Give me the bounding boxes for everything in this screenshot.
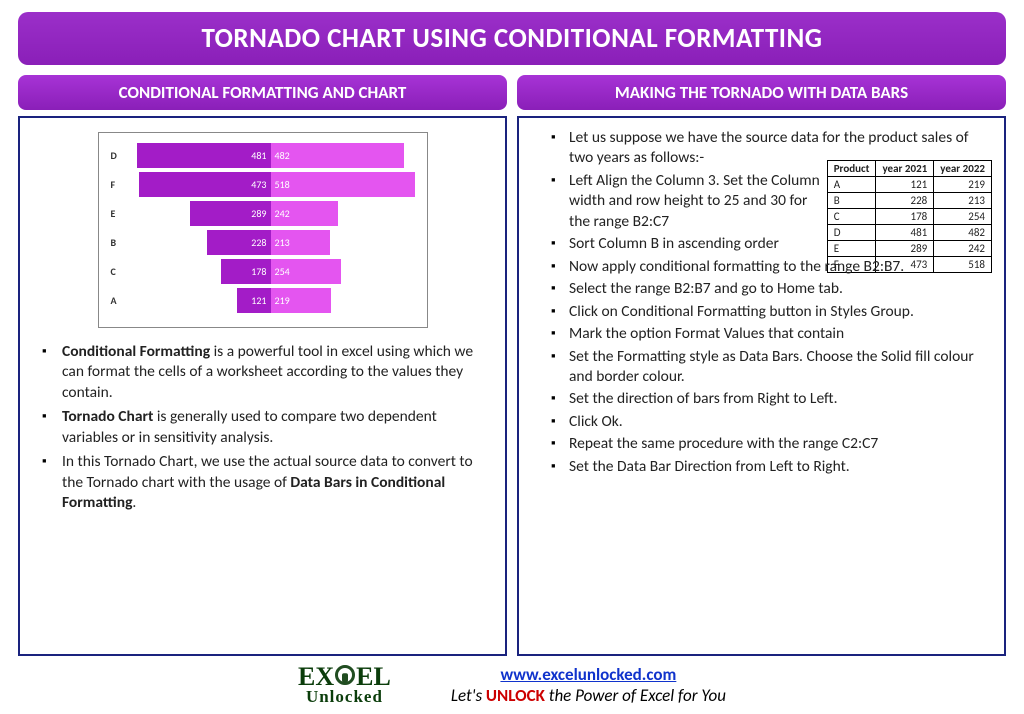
step-11: Repeat the same procedure with the range… (539, 434, 990, 454)
left-subheader: CONDITIONAL FORMATTING AND CHART (18, 75, 507, 110)
bar-right: 482 (271, 143, 405, 168)
logo-subtext: Unlocked (306, 689, 383, 705)
text: . (132, 493, 136, 512)
bar-left: 473 (139, 172, 270, 197)
chart-category-label: D (111, 149, 127, 162)
bar-left: 121 (237, 288, 271, 313)
chart-category-label: F (111, 178, 127, 191)
left-bullet-1: Conditional Formatting is a powerful too… (40, 342, 491, 403)
chart-category-label: C (111, 265, 127, 278)
chart-row: D 481482 (111, 143, 415, 168)
step-9: Set the direction of bars from Right to … (539, 389, 990, 409)
chart-category-label: A (111, 294, 127, 307)
bar-left: 481 (137, 143, 271, 168)
tagline-c: the Power of Excel for You (545, 685, 726, 706)
bar-right: 219 (271, 288, 332, 313)
chart-category-label: E (111, 207, 127, 220)
page-title: TORNADO CHART USING CONDITIONAL FORMATTI… (18, 12, 1006, 65)
bar-right: 242 (271, 201, 338, 226)
step-7: Mark the option Format Values that conta… (539, 324, 990, 344)
tagline-a: Let's (451, 685, 486, 706)
chart-row: A 121219 (111, 288, 415, 313)
right-subheader: MAKING THE TORNADO WITH DATA BARS (517, 75, 1006, 110)
tagline-unlock: UNLOCK (486, 685, 545, 706)
left-bullet-3: In this Tornado Chart, we use the actual… (40, 452, 491, 513)
bar-left: 178 (221, 259, 270, 284)
step-4: Now apply conditional formatting to the … (539, 257, 990, 277)
website-link[interactable]: www.excelunlocked.com (500, 664, 676, 685)
lock-icon (335, 665, 355, 685)
chart-row: E 289242 (111, 201, 415, 226)
chart-category-label: B (111, 236, 127, 249)
step-3: Sort Column B in ascending order (539, 234, 990, 254)
step-1: Let us suppose we have the source data f… (539, 128, 990, 169)
step-10: Click Ok. (539, 412, 990, 432)
chart-row: C 178254 (111, 259, 415, 284)
tornado-chart: D 481482 F 473518 E 289242 B 228213 C 178254 A 1212… (98, 132, 428, 328)
step-2: Left Align the Column 3. Set the Column … (539, 171, 990, 232)
term-conditional-formatting: Conditional Formatting (62, 342, 210, 361)
bar-left: 289 (190, 201, 270, 226)
bar-right: 518 (271, 172, 415, 197)
chart-row: B 228213 (111, 230, 415, 255)
bar-right: 254 (271, 259, 342, 284)
step-6: Click on Conditional Formatting button i… (539, 302, 990, 322)
step-12: Set the Data Bar Direction from Left to … (539, 457, 990, 477)
chart-row: F 473518 (111, 172, 415, 197)
step-8: Set the Formatting style as Data Bars. C… (539, 347, 990, 388)
footer: EXEL Unlocked www.excelunlocked.com Let'… (18, 656, 1006, 706)
term-tornado-chart: Tornado Chart (62, 407, 153, 426)
left-bullet-2: Tornado Chart is generally used to compa… (40, 407, 491, 448)
logo: EXEL Unlocked (298, 665, 391, 706)
bar-right: 213 (271, 230, 330, 255)
step-5: Select the range B2:B7 and go to Home ta… (539, 279, 990, 299)
bar-left: 228 (207, 230, 270, 255)
